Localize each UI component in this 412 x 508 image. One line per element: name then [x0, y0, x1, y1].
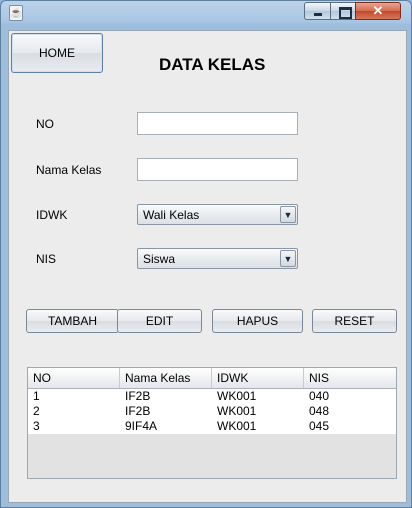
table-row[interactable]: 1 IF2B WK001 040: [28, 389, 396, 404]
edit-button[interactable]: EDIT: [117, 309, 202, 333]
column-header-idwk[interactable]: IDWK: [212, 368, 304, 388]
table-cell: 045: [309, 419, 330, 433]
column-header-nama-kelas[interactable]: Nama Kelas: [120, 368, 212, 388]
table-cell: 1: [33, 389, 40, 403]
tambah-button[interactable]: TAMBAH: [26, 309, 119, 333]
table-cell: WK001: [217, 389, 257, 403]
form-panel: HOME DATA KELAS NO Nama Kelas IDWK Wali …: [8, 30, 407, 503]
idwk-selected-value: Wali Kelas: [143, 208, 200, 222]
table-cell: 048: [309, 404, 330, 418]
no-label: NO: [36, 117, 54, 131]
column-header-nis[interactable]: NIS: [304, 368, 396, 388]
idwk-label: IDWK: [36, 208, 68, 222]
table-body: 1 IF2B WK001 040 2 IF2B WK001 048 3 9IF4…: [28, 389, 396, 434]
reset-button[interactable]: RESET: [312, 309, 397, 333]
close-icon: ✕: [372, 3, 384, 18]
nis-dropdown[interactable]: Siswa ▼: [137, 248, 298, 269]
idwk-dropdown[interactable]: Wali Kelas ▼: [137, 204, 298, 225]
title-bar[interactable]: ☕ ✕: [1, 1, 411, 25]
close-button[interactable]: ✕: [355, 2, 401, 20]
nis-label: NIS: [36, 252, 57, 266]
table-cell: WK001: [217, 404, 257, 418]
home-button[interactable]: HOME: [11, 33, 103, 73]
column-header-no[interactable]: NO: [28, 368, 120, 388]
app-window: ☕ ✕ HOME DATA KELAS NO Nama Kelas IDWK W…: [0, 0, 412, 508]
table-cell: IF2B: [125, 404, 151, 418]
page-title: DATA KELAS: [159, 55, 266, 74]
chevron-down-icon[interactable]: ▼: [280, 250, 296, 267]
table-cell: 3: [33, 419, 40, 433]
hapus-button[interactable]: HAPUS: [212, 309, 303, 333]
table-row[interactable]: 2 IF2B WK001 048: [28, 404, 396, 419]
nis-selected-value: Siswa: [143, 252, 176, 266]
minimize-icon: [314, 13, 322, 16]
chevron-down-icon[interactable]: ▼: [280, 206, 296, 223]
nama-kelas-input[interactable]: [137, 158, 298, 181]
table-row[interactable]: 3 9IF4A WK001 045: [28, 419, 396, 434]
nama-kelas-label: Nama Kelas: [36, 163, 102, 177]
table-cell: IF2B: [125, 389, 151, 403]
maximize-icon: [339, 7, 352, 19]
minimize-button[interactable]: [304, 2, 331, 20]
table-header: NO Nama Kelas IDWK NIS: [28, 368, 396, 389]
kelas-table[interactable]: NO Nama Kelas IDWK NIS 1 IF2B WK001 040 …: [27, 367, 397, 479]
table-cell: WK001: [217, 419, 257, 433]
table-cell: 2: [33, 404, 40, 418]
table-cell: 040: [309, 389, 330, 403]
no-input[interactable]: [137, 112, 298, 135]
maximize-button[interactable]: [330, 2, 356, 20]
table-cell: 9IF4A: [125, 419, 158, 433]
java-icon[interactable]: ☕: [9, 5, 23, 21]
